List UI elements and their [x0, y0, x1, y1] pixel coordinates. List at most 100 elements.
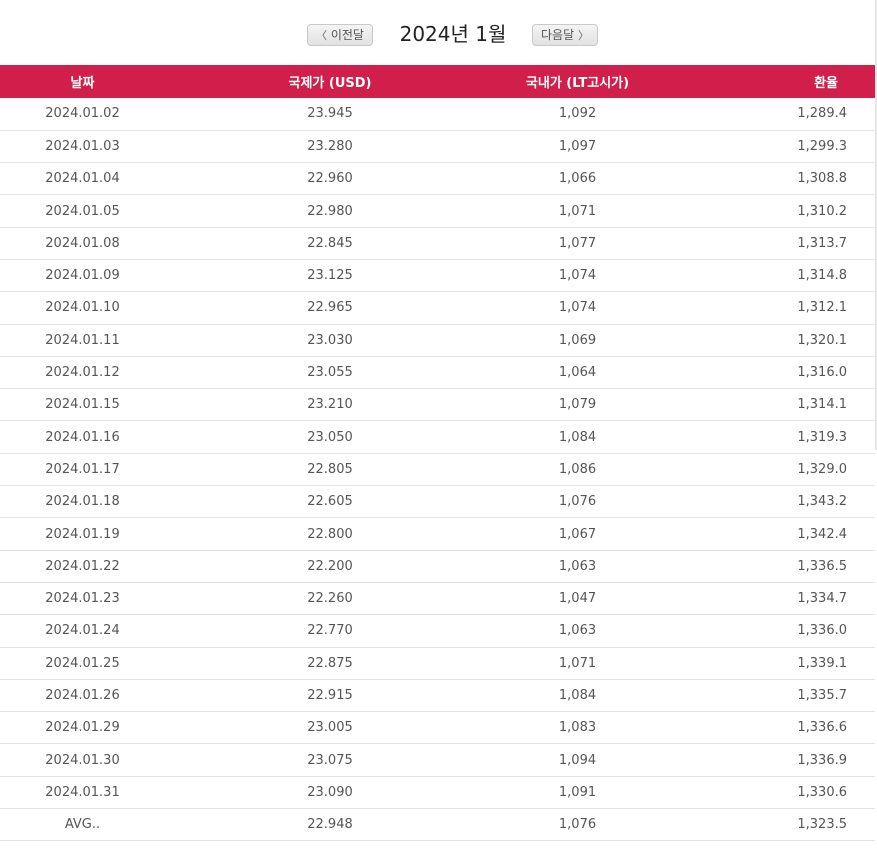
cell-exchange: 1,329.0 [797, 461, 847, 477]
table-row: 2024.01.22 22.200 1,063 1,336.5 [0, 550, 875, 583]
cell-domestic: 1,092 [558, 106, 597, 122]
table-row: 2024.01.19 22.800 1,067 1,342.4 [0, 518, 875, 551]
cell-domestic: 1,063 [558, 558, 597, 574]
cell-date: AVG.. [64, 817, 101, 833]
cell-domestic: 1,077 [558, 235, 597, 251]
cell-date: 2024.01.26 [45, 687, 120, 703]
table-row: 2024.01.15 23.210 1,079 1,314.1 [0, 389, 875, 421]
cell-international: 23.050 [307, 429, 353, 445]
cell-date: 2024.01.29 [45, 720, 120, 736]
month-navigation: 〈 이전달 2024년 1월 다음달 〉 [0, 0, 877, 65]
prev-month-label: 이전달 [330, 28, 364, 42]
cell-international: 23.075 [307, 752, 353, 768]
cell-international: 22.960 [307, 171, 353, 187]
cell-domestic: 1,097 [558, 138, 597, 154]
cell-international: 22.800 [307, 526, 353, 542]
cell-date: 2024.01.03 [45, 138, 120, 154]
cell-international: 22.845 [307, 235, 353, 251]
cell-domestic: 1,067 [558, 526, 597, 542]
cell-international: 22.948 [307, 817, 353, 833]
table-row: 2024.01.30 23.075 1,094 1,336.9 [0, 744, 875, 777]
cell-date: 2024.01.19 [45, 526, 120, 542]
table-row: 2024.01.25 22.875 1,071 1,339.1 [0, 647, 875, 680]
cell-exchange: 1,289.4 [797, 106, 847, 122]
cell-exchange: 1,342.4 [797, 526, 847, 542]
cell-exchange: 1,343.2 [797, 494, 847, 510]
table-row: 2024.01.11 23.030 1,069 1,320.1 [0, 324, 875, 357]
cell-date: 2024.01.12 [45, 365, 120, 381]
cell-domestic: 1,074 [558, 268, 597, 284]
cell-international: 22.965 [307, 300, 353, 316]
table-row: 2024.01.31 23.090 1,091 1,330.6 [0, 776, 875, 809]
table-row: AVG.. 22.948 1,076 1,323.5 [0, 809, 875, 841]
cell-exchange: 1,330.6 [797, 784, 847, 800]
cell-domestic: 1,091 [558, 784, 597, 800]
cell-exchange: 1,339.1 [797, 655, 847, 671]
cell-exchange: 1,320.1 [797, 332, 847, 348]
cell-domestic: 1,084 [558, 687, 597, 703]
table-row: 2024.01.16 23.050 1,084 1,319.3 [0, 421, 875, 454]
cell-domestic: 1,071 [558, 203, 597, 219]
cell-international: 22.200 [307, 558, 353, 574]
cell-date: 2024.01.30 [45, 752, 120, 768]
cell-domestic: 1,084 [558, 429, 597, 445]
cell-domestic: 1,094 [558, 752, 597, 768]
cell-exchange: 1,299.3 [797, 138, 847, 154]
cell-date: 2024.01.22 [45, 558, 120, 574]
cell-international: 22.260 [307, 591, 353, 607]
chevron-right-icon: 〉 [577, 29, 589, 42]
table-row: 2024.01.24 22.770 1,063 1,336.0 [0, 615, 875, 648]
cell-date: 2024.01.04 [45, 171, 120, 187]
chevron-left-icon: 〈 [316, 29, 327, 42]
price-table: 날짜 국제가 (USD) 국내가 (LT고시가) 환율 2024.01.02 23… [0, 65, 875, 841]
table-row: 2024.01.29 23.005 1,083 1,336.6 [0, 712, 875, 744]
table-row: 2024.01.12 23.055 1,064 1,316.0 [0, 356, 875, 389]
cell-exchange: 1,314.1 [797, 397, 847, 413]
cell-international: 23.280 [307, 138, 353, 154]
cell-date: 2024.01.31 [45, 784, 120, 800]
cell-international: 23.125 [307, 268, 353, 284]
table-row: 2024.01.09 23.125 1,074 1,314.8 [0, 259, 875, 292]
month-title: 2024년 1월 [399, 22, 507, 46]
cell-exchange: 1,319.3 [797, 429, 847, 445]
cell-domestic: 1,086 [558, 461, 597, 477]
cell-domestic: 1,047 [558, 591, 597, 607]
cell-date: 2024.01.08 [45, 235, 120, 251]
cell-domestic: 1,064 [558, 365, 597, 381]
cell-exchange: 1,334.7 [797, 591, 847, 607]
cell-domestic: 1,076 [558, 494, 597, 510]
cell-date: 2024.01.16 [45, 429, 120, 445]
cell-domestic: 1,069 [558, 332, 597, 348]
cell-exchange: 1,310.2 [797, 203, 847, 219]
cell-international: 22.980 [307, 203, 353, 219]
cell-domestic: 1,063 [558, 623, 597, 639]
cell-date: 2024.01.25 [45, 655, 120, 671]
cell-date: 2024.01.24 [45, 623, 120, 639]
cell-international: 22.875 [307, 655, 353, 671]
table-row: 2024.01.05 22.980 1,071 1,310.2 [0, 195, 875, 228]
table-row: 2024.01.04 22.960 1,066 1,308.8 [0, 163, 875, 195]
cell-date: 2024.01.23 [45, 591, 120, 607]
table-row: 2024.01.26 22.915 1,084 1,335.7 [0, 679, 875, 712]
cell-exchange: 1,336.5 [797, 558, 847, 574]
cell-exchange: 1,313.7 [797, 235, 847, 251]
cell-exchange: 1,336.0 [797, 623, 847, 639]
cell-international: 22.915 [307, 687, 353, 703]
next-month-button[interactable]: 다음달 〉 [532, 24, 598, 46]
table-row: 2024.01.10 22.965 1,074 1,312.1 [0, 292, 875, 325]
cell-date: 2024.01.11 [45, 332, 120, 348]
header-domestic: 국내가 (LT고시가) [525, 76, 630, 91]
table-row: 2024.01.08 22.845 1,077 1,313.7 [0, 227, 875, 260]
next-month-label: 다음달 [541, 28, 575, 42]
cell-exchange: 1,336.9 [797, 752, 847, 768]
cell-international: 22.605 [307, 494, 353, 510]
cell-date: 2024.01.05 [45, 203, 120, 219]
cell-exchange: 1,335.7 [797, 687, 847, 703]
header-exchange: 환율 [814, 76, 838, 91]
cell-date: 2024.01.17 [45, 461, 120, 477]
cell-international: 23.210 [307, 397, 353, 413]
prev-month-button[interactable]: 〈 이전달 [307, 24, 373, 46]
cell-international: 23.945 [307, 106, 353, 122]
cell-international: 23.030 [307, 332, 353, 348]
cell-international: 22.805 [307, 461, 353, 477]
